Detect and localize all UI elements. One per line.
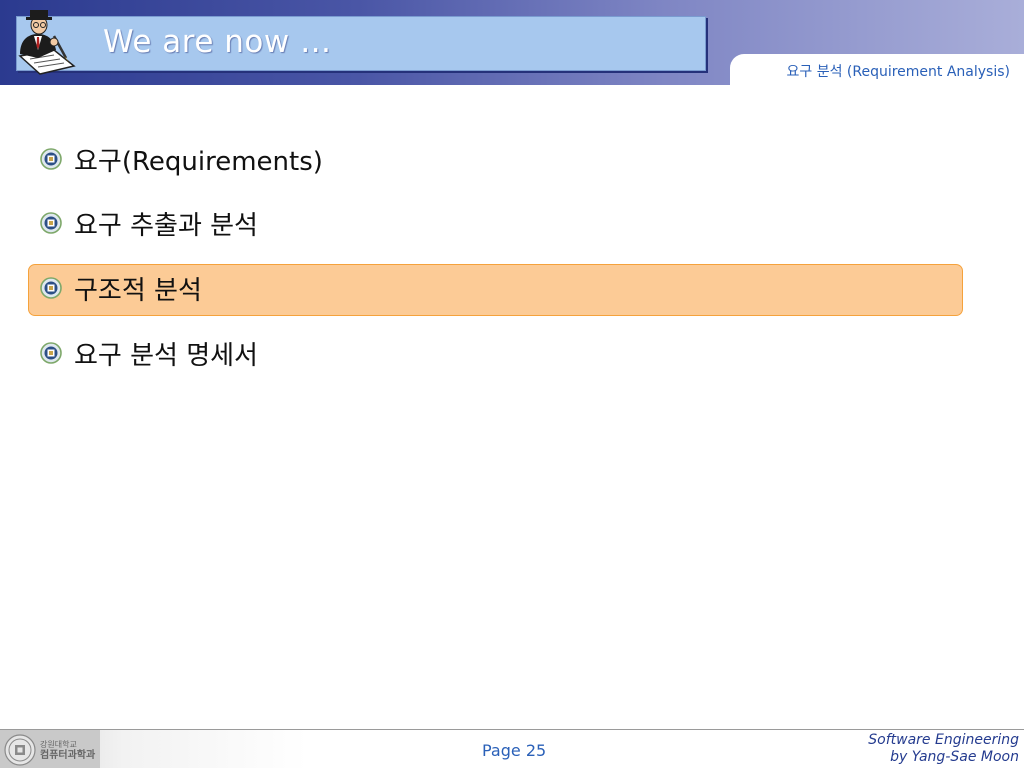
page-number: Page 25 (482, 741, 547, 760)
list-item: 구조적 분석 (40, 268, 202, 308)
footer-logo-university: 강원대학교 (40, 740, 77, 749)
course-author: by Yang-Sae Moon (890, 749, 1019, 765)
list-item-label: 요구(Requirements) (74, 146, 323, 177)
section-tab: 요구 분석 (Requirement Analysis) (730, 54, 1024, 85)
presenter-logo-icon (18, 10, 76, 75)
footer-divider (0, 729, 1024, 730)
emblem-bullet-icon (40, 342, 62, 364)
list-item-label: 요구 분석 명세서 (74, 340, 258, 371)
university-emblem-icon (4, 734, 36, 766)
list-item: 요구(Requirements) (40, 139, 323, 179)
course-title: Software Engineering (868, 732, 1019, 748)
footer-logo-department: 컴퓨터과학과 (40, 750, 96, 761)
emblem-bullet-icon (40, 277, 62, 299)
list-item-label: 요구 추출과 분석 (74, 210, 258, 241)
emblem-bullet-icon (40, 212, 62, 234)
list-item: 요구 추출과 분석 (40, 203, 258, 243)
list-item: 요구 분석 명세서 (40, 333, 258, 373)
course-credit: Software Engineering by Yang-Sae Moon (868, 732, 1019, 766)
emblem-bullet-icon (40, 148, 62, 170)
footer-logo-text: 강원대학교 컴퓨터과학과 (40, 739, 95, 761)
list-item-label: 구조적 분석 (74, 275, 202, 306)
section-label: 요구 분석 (Requirement Analysis) (786, 64, 1010, 80)
slide-title: We are now … (103, 24, 332, 60)
